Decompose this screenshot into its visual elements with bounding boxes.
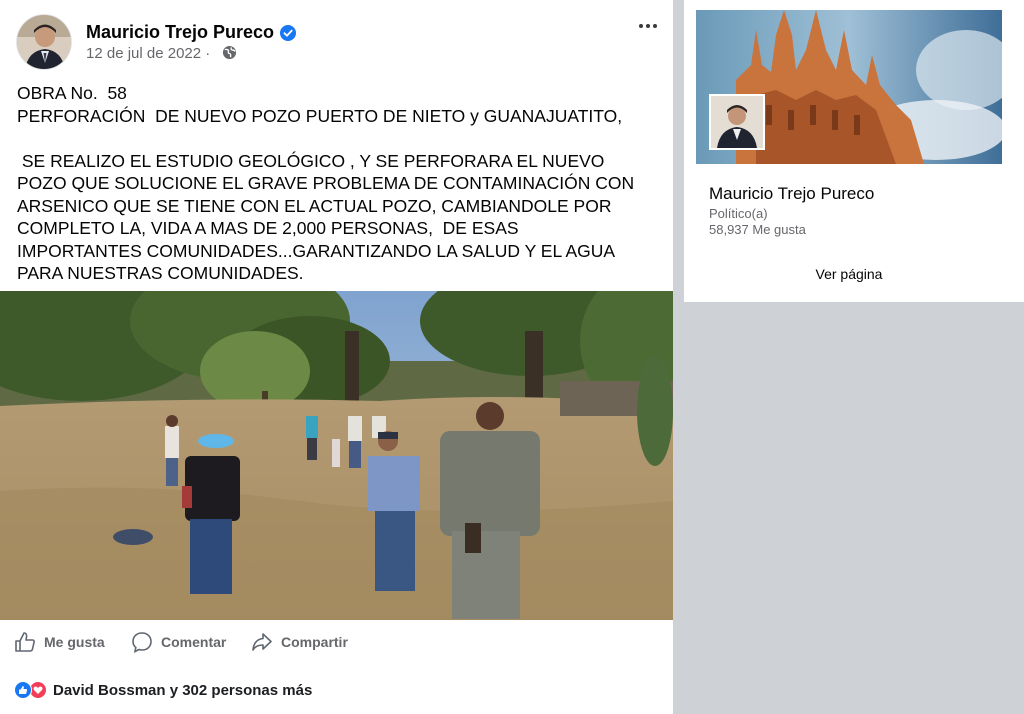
like-reaction-icon (14, 681, 32, 699)
like-label: Me gusta (44, 634, 105, 650)
post-header: Mauricio Trejo Pureco 12 de jul de 2022 … (16, 14, 666, 70)
post-text-line: IMPORTANTES COMUNIDADES...GARANTIZANDO L… (17, 240, 616, 261)
post-text: OBRA No. 58 PERFORACIÓN DE NUEVO POZO PU… (17, 82, 662, 285)
field-photo (0, 291, 673, 620)
post-actions-bar: Me gusta Comentar Compartir (0, 620, 673, 664)
post-photo[interactable] (0, 291, 673, 620)
post-card: Mauricio Trejo Pureco 12 de jul de 2022 … (0, 0, 673, 714)
comment-button[interactable]: Comentar (131, 628, 226, 656)
post-text-line: SE REALIZO EL ESTUDIO GEOLÓGICO , Y SE P… (17, 150, 605, 171)
post-text-line: OBRA No. 58 (17, 83, 127, 103)
post-text-line (17, 127, 662, 150)
post-text-line: PERFORACIÓN DE NUEVO POZO PUERTO DE NIET… (17, 105, 623, 126)
more-options-icon (639, 24, 643, 28)
share-button[interactable]: Compartir (251, 628, 348, 656)
author-name[interactable]: Mauricio Trejo Pureco (86, 22, 274, 43)
share-label: Compartir (281, 634, 348, 650)
like-button[interactable]: Me gusta (14, 628, 105, 656)
reactions-summary[interactable]: David Bossman y 302 personas más (14, 680, 312, 700)
page-preview-card: Mauricio Trejo Pureco Político(a) 58,937… (684, 0, 1024, 302)
author-avatar[interactable] (16, 14, 72, 70)
page-name[interactable]: Mauricio Trejo Pureco (709, 184, 874, 204)
page-likes-count: 58,937 Me gusta (709, 222, 806, 237)
comment-label: Comentar (161, 634, 227, 650)
post-text-line: PARA NUESTRAS COMUNIDADES. (17, 263, 304, 283)
verified-badge-icon (280, 25, 296, 41)
share-arrow-icon (252, 633, 272, 651)
page-avatar-portrait (711, 96, 763, 148)
post-text-line: POZO QUE SOLUCIONE EL GRAVE PROBLEMA DE … (17, 173, 635, 193)
avatar-portrait (17, 15, 71, 69)
more-options-button[interactable] (630, 12, 666, 40)
page-profile-picture[interactable] (709, 94, 765, 150)
reactions-text: David Bossman y 302 personas más (53, 681, 313, 699)
page-category: Político(a) (709, 206, 768, 221)
post-date[interactable]: 12 de jul de 2022 · (86, 45, 210, 62)
post-text-line: COMPLETO LA, VIDA A MAS DE 2,000 PERSONA… (17, 218, 519, 238)
thumbs-up-icon (15, 632, 35, 652)
comment-bubble-icon (132, 632, 152, 653)
view-page-button[interactable]: Ver página (684, 266, 1014, 282)
globe-icon (222, 45, 237, 60)
post-text-line: ARSENICO QUE SE TIENE CON EL ACTUAL POZO… (17, 195, 612, 216)
